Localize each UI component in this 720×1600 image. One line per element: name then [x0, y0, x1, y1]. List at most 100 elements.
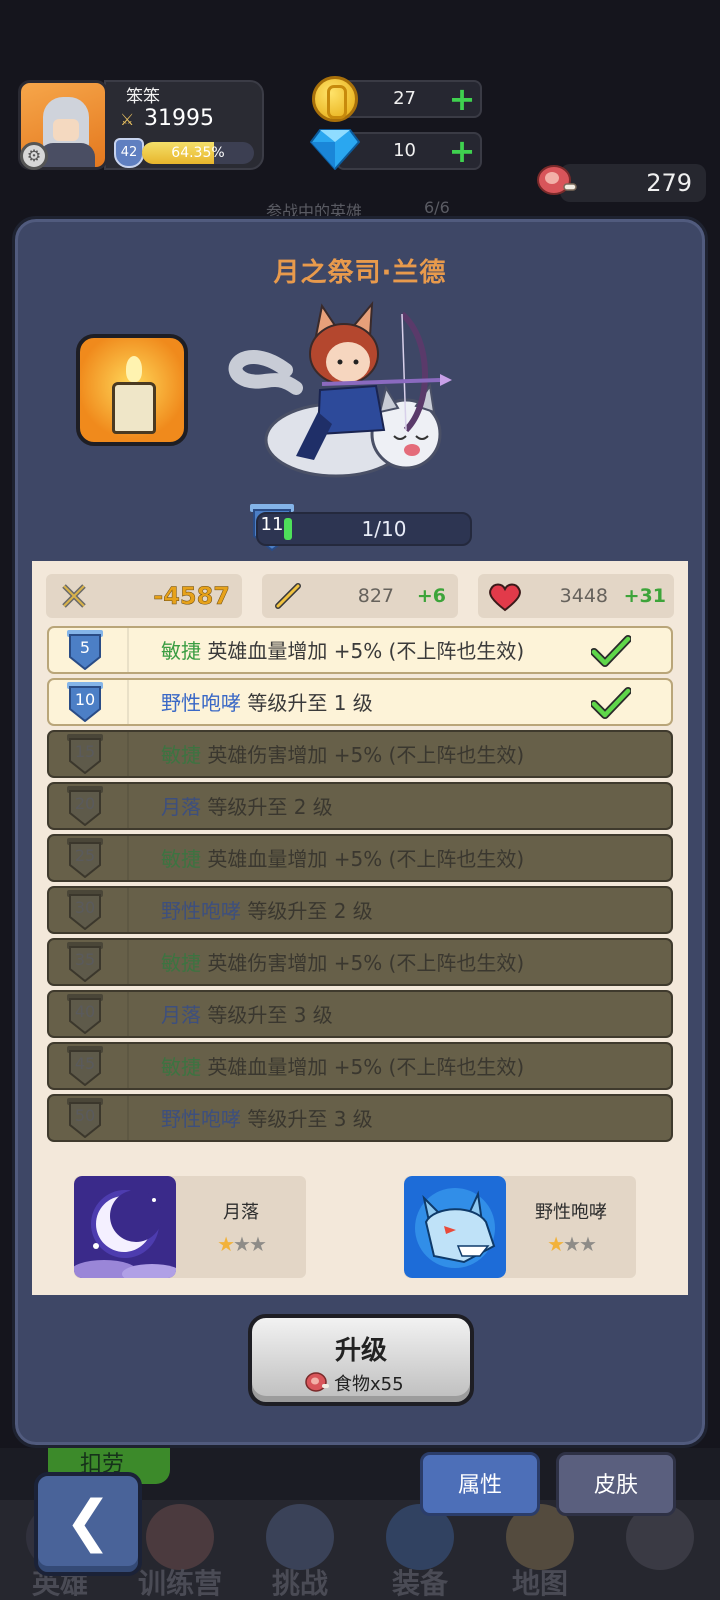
- talent-description: 英雄伤害增加 +5% (不上阵也生效): [207, 743, 525, 767]
- talent-keyword: 敏捷: [161, 1055, 201, 1079]
- power-swords-icon: ⚔: [120, 110, 135, 129]
- talent-row: 10 野性咆哮 等级升至 1 级: [47, 678, 673, 726]
- nav-label: 挑战: [271, 1567, 328, 1600]
- talent-row: 50 野性咆哮 等级升至 3 级: [47, 1094, 673, 1142]
- talent-divider: [127, 992, 129, 1036]
- skill-stars: ★★★: [506, 1232, 636, 1256]
- hp-bonus: +31: [623, 585, 666, 607]
- skill-card-moonfall[interactable]: 月落 ★★★: [74, 1176, 306, 1278]
- talent-level: 20: [74, 794, 96, 813]
- talent-divider: [127, 1096, 129, 1140]
- talent-divider: [127, 836, 129, 880]
- talent-description: 等级升至 2 级: [207, 795, 333, 819]
- talent-text: 野性咆哮 等级升至 2 级: [161, 888, 373, 934]
- talent-level: 10: [74, 690, 96, 709]
- talent-level: 5: [79, 638, 91, 657]
- talent-level: 40: [74, 1002, 96, 1021]
- candle-flame: [126, 356, 142, 382]
- talent-keyword: 敏捷: [161, 847, 201, 871]
- add-gold-button[interactable]: +: [448, 83, 476, 115]
- upgrade-label: 升级: [334, 1336, 387, 1366]
- hero-level-progress-text: 1/10: [361, 517, 407, 541]
- talent-keyword: 敏捷: [161, 639, 201, 663]
- talent-level: 25: [74, 846, 96, 865]
- food-amount: 279: [646, 169, 692, 197]
- tab-skins[interactable]: 皮肤: [556, 1452, 676, 1516]
- talent-level: 50: [74, 1106, 96, 1125]
- hero-level-number: 11: [260, 514, 284, 535]
- talent-description: 等级升至 3 级: [247, 1107, 373, 1131]
- talent-description: 等级升至 2 级: [247, 899, 373, 923]
- talent-keyword: 野性咆哮: [161, 1107, 241, 1131]
- attack-value: 827: [357, 585, 394, 607]
- upgrade-cost: 食物x55: [334, 1374, 404, 1395]
- star-filled-icon: ★: [217, 1232, 235, 1256]
- star-empty-icon: ★: [578, 1232, 597, 1256]
- talent-row: 25 敏捷 英雄血量增加 +5% (不上阵也生效): [47, 834, 673, 882]
- back-button[interactable]: ❮: [34, 1472, 142, 1576]
- talent-divider: [127, 784, 129, 828]
- talent-text: 野性咆哮 等级升至 1 级: [161, 680, 373, 726]
- weapon-candle-icon[interactable]: [76, 334, 188, 446]
- crescent-moon-icon: [74, 1176, 176, 1278]
- settings-gear-icon[interactable]: ⚙: [20, 142, 48, 170]
- talent-keyword: 敏捷: [161, 951, 201, 975]
- talent-divider: [127, 888, 129, 932]
- talent-description: 等级升至 3 级: [207, 1003, 333, 1027]
- talent-divider: [127, 680, 129, 724]
- talent-keyword: 月落: [161, 795, 201, 819]
- heart-icon: [489, 583, 521, 612]
- talent-row: 35 敏捷 英雄伤害增加 +5% (不上阵也生效): [47, 938, 673, 986]
- meat-icon: [305, 1372, 329, 1392]
- crossed-swords-icon: [62, 584, 86, 608]
- chevron-left-icon: ❮: [64, 1489, 112, 1554]
- attack-sword-icon: [275, 583, 301, 609]
- talent-row: 20 月落 等级升至 2 级: [47, 782, 673, 830]
- talent-text: 敏捷 英雄血量增加 +5% (不上阵也生效): [161, 1044, 524, 1090]
- diamond-amount: 10: [393, 140, 416, 161]
- player-power: 31995: [144, 106, 214, 131]
- talent-row: 5 敏捷 英雄血量增加 +5% (不上阵也生效): [47, 626, 673, 674]
- checkmark-icon: [591, 687, 631, 719]
- attack-stat: 827 +6: [262, 574, 458, 618]
- nav-label: 地图: [511, 1567, 568, 1600]
- talent-keyword: 月落: [161, 1003, 201, 1027]
- candle-body: [112, 382, 156, 434]
- hero-title: 月之祭司·兰德: [273, 258, 447, 288]
- player-level-badge: 42: [114, 138, 144, 168]
- active-heroes-count: 6/6: [424, 198, 450, 217]
- skill-card-wild-roar[interactable]: 野性咆哮 ★★★: [404, 1176, 636, 1278]
- diamond-icon: [310, 129, 360, 170]
- player-xp-bar: 64.35%: [142, 142, 254, 164]
- talent-text: 野性咆哮 等级升至 3 级: [161, 1096, 373, 1142]
- hp-value: 3448: [559, 585, 608, 607]
- power-stat: -4587: [46, 574, 242, 618]
- gold-coin-icon: [312, 76, 358, 122]
- wolf-icon: [404, 1176, 506, 1278]
- food-resource-bar: 279: [560, 164, 706, 202]
- talent-divider: [127, 628, 129, 672]
- talent-description: 英雄血量增加 +5% (不上阵也生效): [207, 1055, 525, 1079]
- star-empty-icon: ★: [563, 1232, 581, 1256]
- talent-keyword: 野性咆哮: [161, 691, 241, 715]
- talent-keyword: 野性咆哮: [161, 899, 241, 923]
- target-icon: [146, 1504, 214, 1570]
- skill-stars: ★★★: [176, 1232, 306, 1256]
- nav-label: 装备: [391, 1567, 448, 1600]
- tab-attributes[interactable]: 属性: [420, 1452, 540, 1516]
- talent-row: 30 野性咆哮 等级升至 2 级: [47, 886, 673, 934]
- nav-item-sword[interactable]: 挑战: [240, 1500, 360, 1600]
- add-diamond-button[interactable]: +: [448, 135, 476, 167]
- star-empty-icon: ★: [248, 1232, 267, 1256]
- talent-description: 英雄血量增加 +5% (不上阵也生效): [207, 847, 525, 871]
- skill-name: 月落: [223, 1202, 259, 1223]
- talent-text: 月落 等级升至 3 级: [161, 992, 333, 1038]
- talent-text: 敏捷 英雄伤害增加 +5% (不上阵也生效): [161, 732, 524, 778]
- talent-description: 英雄血量增加 +5% (不上阵也生效): [207, 639, 525, 663]
- upgrade-button[interactable]: 升级 食物x55: [248, 1314, 474, 1406]
- talent-row: 45 敏捷 英雄血量增加 +5% (不上阵也生效): [47, 1042, 673, 1090]
- talent-text: 敏捷 英雄血量增加 +5% (不上阵也生效): [161, 836, 524, 882]
- hp-stat: 3448 +31: [478, 574, 674, 618]
- talent-text: 敏捷 英雄血量增加 +5% (不上阵也生效): [161, 628, 524, 674]
- talent-level: 35: [74, 950, 96, 969]
